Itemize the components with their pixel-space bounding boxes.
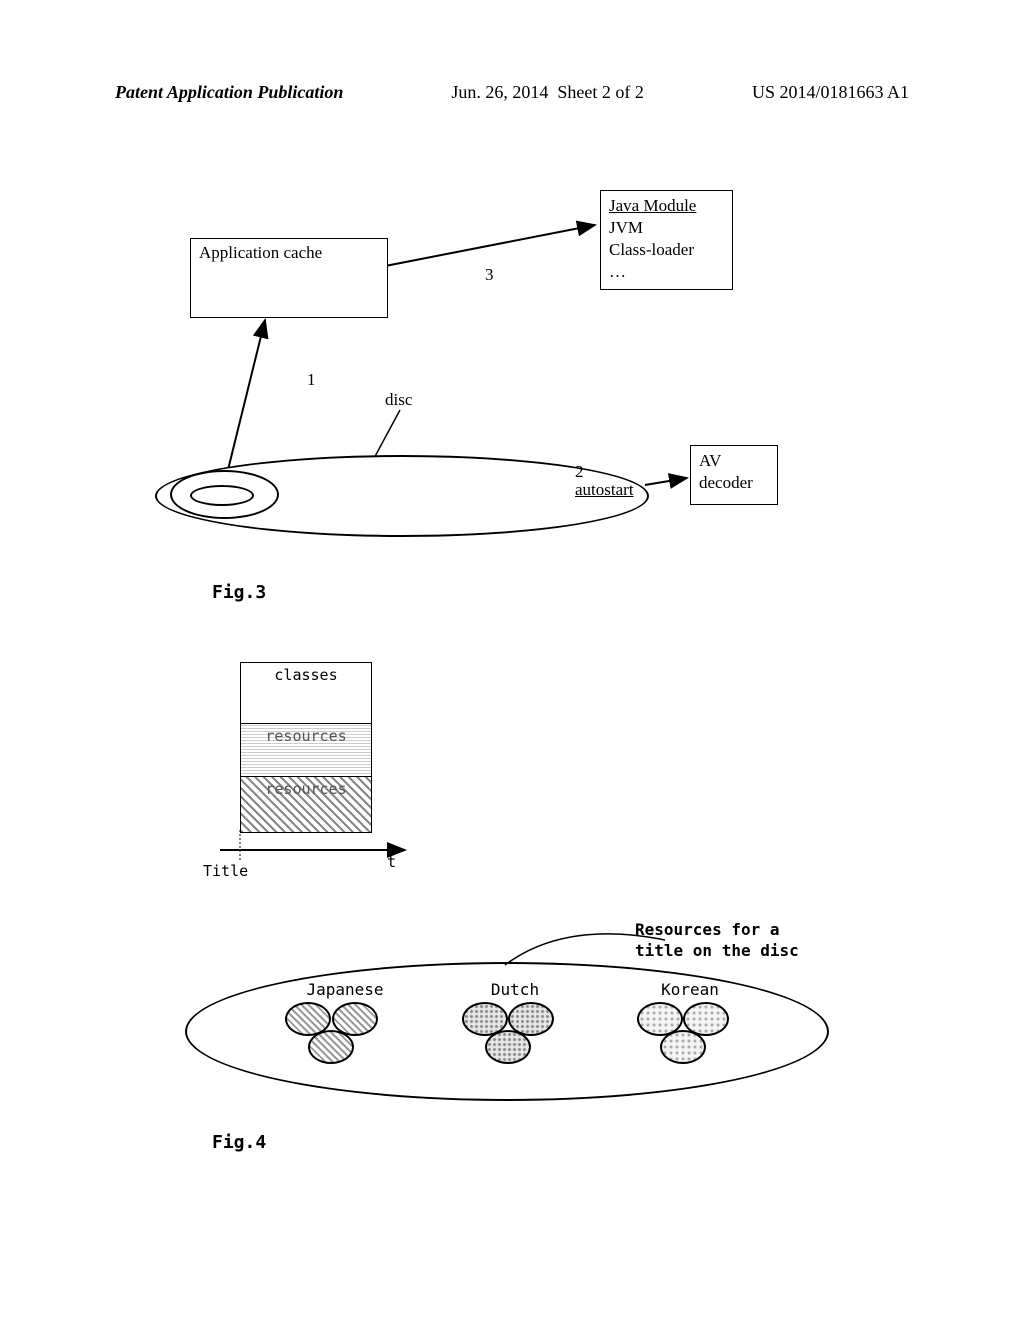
label-autostart: autostart (575, 480, 634, 500)
stack-resources-1: resources (240, 723, 372, 778)
dutch-disc-3 (485, 1030, 531, 1064)
figure-3: Application cache Java Module JVM Class-… (175, 190, 875, 550)
korean-label: Korean (625, 980, 755, 999)
japanese-group: Japanese (280, 980, 410, 999)
dutch-group: Dutch (450, 980, 580, 999)
stack-classes: classes (240, 662, 372, 725)
label-3: 3 (485, 265, 494, 285)
decoder-label: decoder (699, 472, 769, 494)
fig3-caption: Fig.3 (212, 582, 266, 603)
korean-group: Korean (625, 980, 755, 999)
dutch-label: Dutch (450, 980, 580, 999)
header-date: Jun. 26, 2014 Sheet 2 of 2 (451, 82, 644, 103)
kor-disc-3 (660, 1030, 706, 1064)
jap-disc-3 (308, 1030, 354, 1064)
java-module-classloader: Class-loader (609, 239, 724, 261)
label-2: 2 (575, 462, 584, 482)
figure-4: classes resources resources Title t Reso… (185, 640, 885, 1110)
japanese-label: Japanese (280, 980, 410, 999)
av-decoder-box: AV decoder (690, 445, 778, 505)
java-module-box: Java Module JVM Class-loader … (600, 190, 733, 290)
header-left: Patent Application Publication (115, 82, 343, 103)
application-cache-box: Application cache (190, 238, 388, 318)
page-header: Patent Application Publication Jun. 26, … (0, 82, 1024, 103)
java-module-ellipsis: … (609, 261, 724, 283)
title-axis-label: Title (203, 862, 248, 880)
fig4-caption: Fig.4 (212, 1132, 266, 1153)
header-pubno: US 2014/0181663 A1 (752, 82, 909, 103)
label-1: 1 (307, 370, 316, 390)
av-label: AV (699, 450, 769, 472)
java-module-title: Java Module (609, 195, 724, 217)
label-disc: disc (385, 390, 412, 410)
resources-for-title: Resources for a title on the disc (635, 920, 799, 962)
disc-inner-ellipse (190, 485, 254, 506)
stack-resources-2: resources (240, 776, 372, 833)
java-module-jvm: JVM (609, 217, 724, 239)
application-cache-label: Application cache (199, 243, 322, 262)
t-axis-label: t (387, 853, 396, 871)
